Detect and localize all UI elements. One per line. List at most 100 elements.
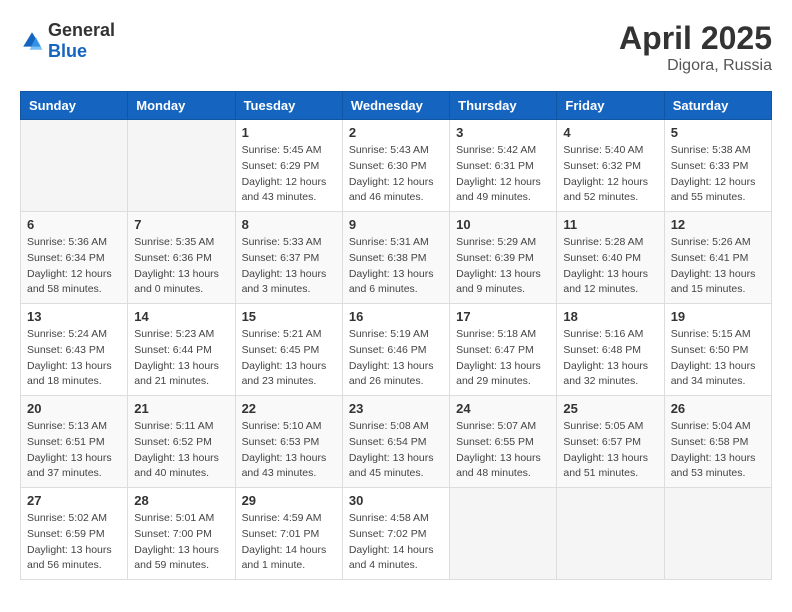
calendar-week-5: 27Sunrise: 5:02 AMSunset: 6:59 PMDayligh…	[21, 488, 772, 580]
day-detail: Sunrise: 5:10 AMSunset: 6:53 PMDaylight:…	[242, 419, 336, 482]
calendar-cell: 16 Sunrise: 5:19 AMSunset: 6:46 PMDayligh…	[342, 304, 449, 396]
calendar-header-row: SundayMondayTuesdayWednesdayThursdayFrid…	[21, 92, 772, 120]
day-detail: Sunrise: 5:19 AMSunset: 6:46 PMDaylight:…	[349, 327, 443, 390]
calendar-cell: 21 Sunrise: 5:11 AMSunset: 6:52 PMDayligh…	[128, 396, 235, 488]
day-number: 23	[349, 401, 443, 416]
day-number: 10	[456, 217, 550, 232]
calendar-cell: 11 Sunrise: 5:28 AMSunset: 6:40 PMDayligh…	[557, 212, 664, 304]
calendar-week-3: 13 Sunrise: 5:24 AMSunset: 6:43 PMDayligh…	[21, 304, 772, 396]
calendar-week-1: 1 Sunrise: 5:45 AMSunset: 6:29 PMDaylight…	[21, 120, 772, 212]
day-number: 14	[134, 309, 228, 324]
calendar-cell: 8 Sunrise: 5:33 AMSunset: 6:37 PMDaylight…	[235, 212, 342, 304]
day-number: 17	[456, 309, 550, 324]
calendar-cell: 22 Sunrise: 5:10 AMSunset: 6:53 PMDayligh…	[235, 396, 342, 488]
calendar-cell: 5Sunrise: 5:38 AMSunset: 6:33 PMDaylight…	[664, 120, 771, 212]
logo: General Blue	[20, 20, 115, 62]
calendar-cell: 29Sunrise: 4:59 AMSunset: 7:01 PMDayligh…	[235, 488, 342, 580]
calendar-cell: 27Sunrise: 5:02 AMSunset: 6:59 PMDayligh…	[21, 488, 128, 580]
day-of-week-thursday: Thursday	[450, 92, 557, 120]
day-number: 6	[27, 217, 121, 232]
day-of-week-monday: Monday	[128, 92, 235, 120]
day-number: 24	[456, 401, 550, 416]
day-detail: Sunrise: 5:08 AMSunset: 6:54 PMDaylight:…	[349, 419, 443, 482]
day-detail: Sunrise: 5:01 AMSunset: 7:00 PMDaylight:…	[134, 511, 228, 574]
day-number: 9	[349, 217, 443, 232]
day-number: 28	[134, 493, 228, 508]
day-detail: Sunrise: 5:05 AMSunset: 6:57 PMDaylight:…	[563, 419, 657, 482]
day-detail: Sunrise: 5:36 AMSunset: 6:34 PMDaylight:…	[27, 235, 121, 298]
calendar-cell: 9 Sunrise: 5:31 AMSunset: 6:38 PMDaylight…	[342, 212, 449, 304]
day-detail: Sunrise: 5:13 AMSunset: 6:51 PMDaylight:…	[27, 419, 121, 482]
calendar-cell: 17Sunrise: 5:18 AMSunset: 6:47 PMDayligh…	[450, 304, 557, 396]
calendar-cell: 4 Sunrise: 5:40 AMSunset: 6:32 PMDaylight…	[557, 120, 664, 212]
calendar-cell: 14 Sunrise: 5:23 AMSunset: 6:44 PMDayligh…	[128, 304, 235, 396]
day-detail: Sunrise: 5:33 AMSunset: 6:37 PMDaylight:…	[242, 235, 336, 298]
page-header: General Blue April 2025 Digora, Russia	[20, 20, 772, 75]
day-detail: Sunrise: 5:11 AMSunset: 6:52 PMDaylight:…	[134, 419, 228, 482]
day-detail: Sunrise: 5:15 AMSunset: 6:50 PMDaylight:…	[671, 327, 765, 390]
day-detail: Sunrise: 5:43 AMSunset: 6:30 PMDaylight:…	[349, 143, 443, 206]
day-number: 19	[671, 309, 765, 324]
day-number: 2	[349, 125, 443, 140]
day-of-week-tuesday: Tuesday	[235, 92, 342, 120]
day-number: 26	[671, 401, 765, 416]
calendar-cell	[21, 120, 128, 212]
calendar-week-4: 20 Sunrise: 5:13 AMSunset: 6:51 PMDayligh…	[21, 396, 772, 488]
calendar-cell: 30 Sunrise: 4:58 AMSunset: 7:02 PMDayligh…	[342, 488, 449, 580]
day-number: 22	[242, 401, 336, 416]
day-detail: Sunrise: 5:07 AMSunset: 6:55 PMDaylight:…	[456, 419, 550, 482]
day-detail: Sunrise: 5:35 AMSunset: 6:36 PMDaylight:…	[134, 235, 228, 298]
day-detail: Sunrise: 5:02 AMSunset: 6:59 PMDaylight:…	[27, 511, 121, 574]
day-number: 21	[134, 401, 228, 416]
day-detail: Sunrise: 4:58 AMSunset: 7:02 PMDaylight:…	[349, 511, 443, 574]
day-number: 12	[671, 217, 765, 232]
day-detail: Sunrise: 5:04 AMSunset: 6:58 PMDaylight:…	[671, 419, 765, 482]
day-detail: Sunrise: 5:31 AMSunset: 6:38 PMDaylight:…	[349, 235, 443, 298]
month-title: April 2025	[619, 20, 772, 57]
day-detail: Sunrise: 5:42 AMSunset: 6:31 PMDaylight:…	[456, 143, 550, 206]
calendar-cell: 15 Sunrise: 5:21 AMSunset: 6:45 PMDayligh…	[235, 304, 342, 396]
day-number: 18	[563, 309, 657, 324]
day-number: 1	[242, 125, 336, 140]
calendar-cell: 13 Sunrise: 5:24 AMSunset: 6:43 PMDayligh…	[21, 304, 128, 396]
calendar-cell: 3 Sunrise: 5:42 AMSunset: 6:31 PMDaylight…	[450, 120, 557, 212]
day-number: 25	[563, 401, 657, 416]
calendar-cell: 7 Sunrise: 5:35 AMSunset: 6:36 PMDaylight…	[128, 212, 235, 304]
day-of-week-friday: Friday	[557, 92, 664, 120]
day-detail: Sunrise: 5:29 AMSunset: 6:39 PMDaylight:…	[456, 235, 550, 298]
calendar-cell: 6 Sunrise: 5:36 AMSunset: 6:34 PMDaylight…	[21, 212, 128, 304]
day-number: 30	[349, 493, 443, 508]
logo-text: General Blue	[48, 20, 115, 62]
day-number: 5	[671, 125, 765, 140]
day-number: 3	[456, 125, 550, 140]
day-detail: Sunrise: 5:21 AMSunset: 6:45 PMDaylight:…	[242, 327, 336, 390]
calendar-cell: 12 Sunrise: 5:26 AMSunset: 6:41 PMDayligh…	[664, 212, 771, 304]
calendar-cell: 24 Sunrise: 5:07 AMSunset: 6:55 PMDayligh…	[450, 396, 557, 488]
calendar-cell	[128, 120, 235, 212]
calendar-cell: 1 Sunrise: 5:45 AMSunset: 6:29 PMDaylight…	[235, 120, 342, 212]
day-detail: Sunrise: 5:26 AMSunset: 6:41 PMDaylight:…	[671, 235, 765, 298]
day-number: 13	[27, 309, 121, 324]
day-number: 8	[242, 217, 336, 232]
calendar-table: SundayMondayTuesdayWednesdayThursdayFrid…	[20, 91, 772, 580]
calendar-cell: 19 Sunrise: 5:15 AMSunset: 6:50 PMDayligh…	[664, 304, 771, 396]
day-detail: Sunrise: 5:40 AMSunset: 6:32 PMDaylight:…	[563, 143, 657, 206]
logo-icon	[20, 29, 44, 53]
day-detail: Sunrise: 5:16 AMSunset: 6:48 PMDaylight:…	[563, 327, 657, 390]
calendar-cell	[450, 488, 557, 580]
day-number: 7	[134, 217, 228, 232]
calendar-cell: 25 Sunrise: 5:05 AMSunset: 6:57 PMDayligh…	[557, 396, 664, 488]
calendar-cell: 26 Sunrise: 5:04 AMSunset: 6:58 PMDayligh…	[664, 396, 771, 488]
day-number: 11	[563, 217, 657, 232]
day-detail: Sunrise: 5:45 AMSunset: 6:29 PMDaylight:…	[242, 143, 336, 206]
day-detail: Sunrise: 5:24 AMSunset: 6:43 PMDaylight:…	[27, 327, 121, 390]
day-number: 20	[27, 401, 121, 416]
day-number: 15	[242, 309, 336, 324]
day-number: 4	[563, 125, 657, 140]
day-of-week-sunday: Sunday	[21, 92, 128, 120]
day-number: 16	[349, 309, 443, 324]
day-detail: Sunrise: 5:23 AMSunset: 6:44 PMDaylight:…	[134, 327, 228, 390]
calendar-cell: 20 Sunrise: 5:13 AMSunset: 6:51 PMDayligh…	[21, 396, 128, 488]
day-detail: Sunrise: 5:28 AMSunset: 6:40 PMDaylight:…	[563, 235, 657, 298]
day-of-week-wednesday: Wednesday	[342, 92, 449, 120]
